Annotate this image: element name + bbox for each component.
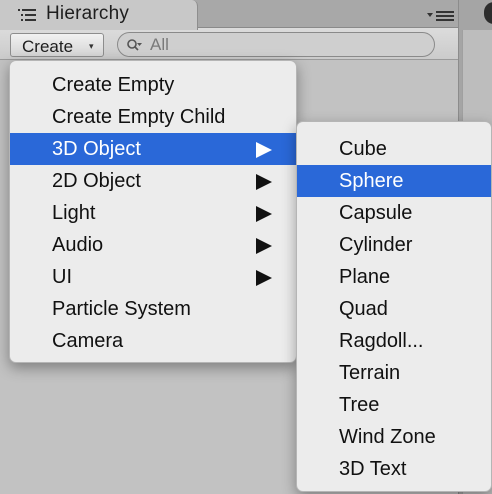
menu-item-ragdoll[interactable]: Ragdoll... [297,325,491,357]
menu-item-label: Cube [339,138,387,160]
menu-item-ui[interactable]: UI [10,261,296,293]
menu-item-3d-text[interactable]: 3D Text [297,453,491,485]
create-menu: Create Empty Create Empty Child 3D Objec… [9,60,297,363]
menu-item-particle-system[interactable]: Particle System [10,293,296,325]
3d-object-submenu: Cube Sphere Capsule Cylinder Plane Quad … [296,121,492,492]
submenu-arrow-icon [256,206,272,222]
submenu-arrow-icon [256,142,272,158]
menu-item-light[interactable]: Light [10,197,296,229]
menu-item-label: Capsule [339,202,413,224]
search-input[interactable]: All [117,32,435,57]
menu-item-label: Cylinder [339,234,413,256]
search-placeholder: All [150,35,169,54]
menu-item-audio[interactable]: Audio [10,229,296,261]
tab-title: Hierarchy [46,3,130,24]
menu-item-label: Plane [339,266,391,288]
tab-hierarchy[interactable]: Hierarchy [0,0,198,30]
menu-item-label: Terrain [339,362,401,384]
menu-item-label: Create Empty [52,74,175,96]
menu-item-sphere[interactable]: Sphere [297,165,491,197]
menu-item-label: Sphere [339,170,404,192]
menu-item-label: 2D Object [52,170,141,192]
search-filter-icon [127,39,142,51]
menu-item-plane[interactable]: Plane [297,261,491,293]
submenu-arrow-icon [256,270,272,286]
menu-item-label: Audio [52,234,104,256]
menu-item-label: Light [52,202,96,224]
menu-item-camera[interactable]: Camera [10,325,296,357]
hierarchy-toolbar: Create ▾ All [0,28,458,60]
menu-item-label: Ragdoll... [339,330,424,352]
menu-item-capsule[interactable]: Capsule [297,197,491,229]
menu-item-label: Create Empty Child [52,106,226,128]
menu-item-terrain[interactable]: Terrain [297,357,491,389]
menu-item-wind-zone[interactable]: Wind Zone [297,421,491,453]
menu-item-tree[interactable]: Tree [297,389,491,421]
submenu-arrow-icon [256,238,272,254]
menu-item-cylinder[interactable]: Cylinder [297,229,491,261]
chevron-down-icon: ▾ [89,41,94,51]
menu-item-label: 3D Text [339,458,407,480]
menu-item-quad[interactable]: Quad [297,293,491,325]
menu-item-3d-object[interactable]: 3D Object [10,133,296,165]
menu-item-label: UI [52,266,72,288]
menu-item-label: Particle System [52,298,191,320]
create-label: Create [22,37,74,56]
menu-item-label: 3D Object [52,138,141,160]
menu-item-2d-object[interactable]: 2D Object [10,165,296,197]
create-dropdown-button[interactable]: Create ▾ [10,33,104,57]
menu-item-label: Tree [339,394,380,416]
panel-menu-icon[interactable] [426,9,456,23]
menu-item-create-empty[interactable]: Create Empty [10,69,296,101]
menu-item-create-empty-child[interactable]: Create Empty Child [10,101,296,133]
hierarchy-list-icon [18,9,36,21]
menu-item-cube[interactable]: Cube [297,133,491,165]
menu-item-label: Wind Zone [339,426,436,448]
submenu-arrow-icon [256,174,272,190]
menu-item-label: Camera [52,330,124,352]
menu-item-label: Quad [339,298,388,320]
